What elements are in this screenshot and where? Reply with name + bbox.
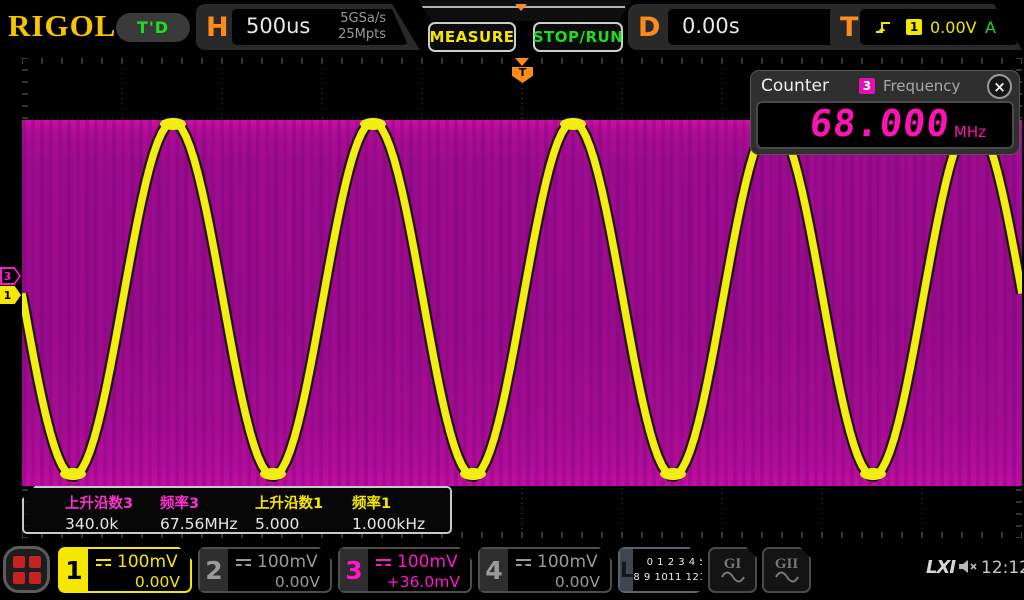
- channel1-marker-label: 1: [4, 289, 12, 302]
- top-bar: RIGOL T'D H 500us 5GSa/s 25Mpts MEASURE …: [0, 0, 1024, 56]
- channel2-offset: 0.00V: [236, 573, 322, 591]
- trigger-label: T: [840, 12, 858, 43]
- channel3-position-marker[interactable]: 3: [0, 267, 21, 285]
- delay-value: 0.00s: [682, 14, 740, 38]
- channel4-offset: 0.00V: [516, 573, 602, 591]
- channel4-button[interactable]: 4 100mV 0.00V: [478, 547, 612, 593]
- channel1-position-marker[interactable]: 1: [0, 286, 21, 304]
- trigger-panel[interactable]: T 1 0.00V A: [830, 4, 1022, 50]
- overview-position-marker-icon[interactable]: [515, 4, 527, 11]
- bottom-bar: 1 100mV 0.00V 2 100mV 0.00V 3 100mV +36.…: [0, 545, 1024, 600]
- channel2-info: 100mV 0.00V: [228, 549, 330, 591]
- channel1-scale: 100mV: [117, 552, 178, 572]
- rigol-logo: RIGOL: [8, 8, 116, 44]
- channel2-number: 2: [200, 549, 228, 591]
- trigger-status-badge: T'D: [116, 13, 190, 42]
- generator2-button[interactable]: GII: [762, 547, 811, 593]
- menu-grid-icon: [13, 556, 41, 584]
- delay-label: D: [638, 12, 660, 43]
- clock-time: 12:12: [981, 558, 1024, 578]
- timebase-display[interactable]: 500us 5GSa/s 25Mpts: [232, 9, 408, 45]
- generator2-label: GII: [775, 557, 798, 571]
- channel1-button[interactable]: 1 100mV 0.00V: [58, 547, 192, 593]
- measurement-label: 上升沿数3: [65, 492, 133, 513]
- horizontal-panel[interactable]: H 500us 5GSa/s 25Mpts: [196, 4, 420, 50]
- measurement-value: 340.0k: [65, 515, 133, 533]
- counter-mode-label: Frequency: [883, 77, 961, 95]
- lxi-status-label: LXI: [926, 557, 955, 578]
- counter-title: Counter: [761, 76, 829, 96]
- measurement-item: 频率1 1.000kHz: [352, 488, 425, 533]
- measure-button[interactable]: MEASURE: [428, 22, 516, 52]
- generator1-label: GI: [724, 557, 742, 571]
- trigger-level-value: 0.00V: [930, 18, 977, 37]
- channel2-button[interactable]: 2 100mV 0.00V: [198, 547, 332, 593]
- counter-frequency-unit: MHz: [954, 123, 986, 141]
- counter-frequency-value: 68.000: [808, 102, 952, 145]
- counter-source-badge: 3: [859, 78, 875, 94]
- channel1-info: 100mV 0.00V: [88, 549, 190, 591]
- waveform-overview-strip[interactable]: [418, 0, 632, 21]
- main-menu-button[interactable]: [3, 546, 50, 593]
- sine-wave-icon: [774, 571, 800, 583]
- generator1-button[interactable]: GI: [708, 547, 757, 593]
- sine-wave-icon: [720, 571, 746, 583]
- horizontal-label: H: [206, 12, 229, 43]
- channel1-offset: 0.00V: [96, 573, 182, 591]
- timebase-value: 500us: [246, 14, 310, 38]
- channel4-number: 4: [480, 549, 508, 591]
- measurement-value: 5.000: [255, 515, 323, 533]
- channel3-offset: +36.0mV: [376, 573, 462, 591]
- measurement-item: 上升沿数1 5.000: [255, 488, 323, 533]
- close-icon[interactable]: ×: [987, 74, 1012, 99]
- counter-header: Counter 3 Frequency ×: [751, 71, 1019, 101]
- channel4-scale: 100mV: [537, 552, 598, 572]
- trigger-source-badge: 1: [906, 19, 922, 35]
- logic-analyzer-button[interactable]: L 0 1 2 3 4 5 6 7 8 9 1011 12131415: [618, 547, 702, 593]
- measurement-label: 频率3: [160, 492, 238, 513]
- sample-rate: 5GSa/s: [338, 11, 386, 27]
- measurement-value: 67.56MHz: [160, 515, 238, 533]
- channel2-scale: 100mV: [257, 552, 318, 572]
- channel4-info: 100mV 0.00V: [508, 549, 610, 591]
- stop-run-button[interactable]: STOP/RUN: [533, 22, 623, 52]
- waveform-traces: [22, 118, 1022, 486]
- trigger-sweep-mode: A: [985, 18, 996, 37]
- channel1-number: 1: [60, 549, 88, 591]
- measurement-results-panel[interactable]: 上升沿数3 340.0k 频率3 67.56MHz 上升沿数1 5.000 频率…: [22, 486, 452, 534]
- measurement-label: 上升沿数1: [255, 492, 323, 513]
- measurement-item: 上升沿数3 340.0k: [65, 488, 133, 533]
- channel3-scale: 100mV: [397, 552, 458, 572]
- dc-coupling-icon: [516, 559, 531, 566]
- speaker-muted-icon[interactable]: [957, 558, 979, 575]
- counter-display: 68.000 MHz: [756, 101, 1014, 149]
- trigger-position-triangle-icon[interactable]: [515, 58, 529, 66]
- measurement-item: 频率3 67.56MHz: [160, 488, 238, 533]
- dc-coupling-icon: [376, 559, 391, 566]
- channel3-info: 100mV +36.0mV: [368, 549, 470, 591]
- acquisition-info: 5GSa/s 25Mpts: [338, 11, 386, 43]
- measurement-label: 频率1: [352, 492, 425, 513]
- rising-edge-icon: [874, 19, 892, 35]
- memory-depth: 25Mpts: [338, 27, 386, 43]
- channel3-number: 3: [340, 549, 368, 591]
- measurement-value: 1.000kHz: [352, 515, 425, 533]
- counter-panel: Counter 3 Frequency × 68.000 MHz: [750, 70, 1020, 155]
- channel3-marker-label: 3: [4, 270, 12, 283]
- logic-analyzer-label: L: [620, 549, 633, 591]
- dc-coupling-icon: [96, 559, 111, 566]
- channel3-button[interactable]: 3 100mV +36.0mV: [338, 547, 472, 593]
- dc-coupling-icon: [236, 559, 251, 566]
- trigger-display[interactable]: 1 0.00V A: [860, 9, 1018, 45]
